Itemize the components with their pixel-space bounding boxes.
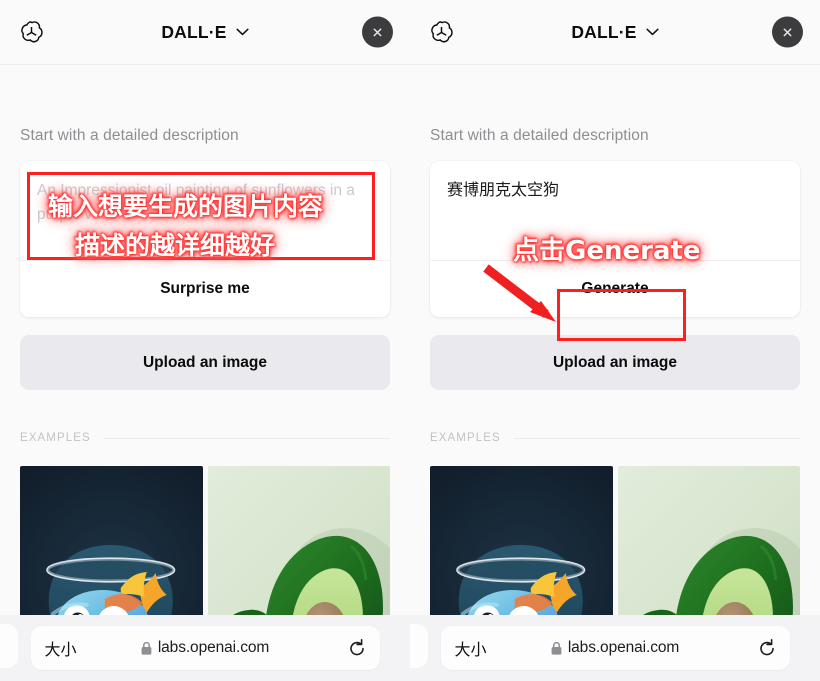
browser-bottom-bar-left: 大小 labs.openai.com xyxy=(0,615,410,681)
upload-image-button-right[interactable]: Upload an image xyxy=(430,335,800,390)
examples-grid-right xyxy=(430,466,800,615)
close-button-left[interactable]: ✕ xyxy=(362,16,393,48)
avocado-armchair-thumbnail[interactable] xyxy=(617,466,800,615)
examples-header-right: EXAMPLES xyxy=(430,432,800,444)
app-header-left: DALL·E ✕ xyxy=(0,0,410,65)
examples-divider-left xyxy=(103,437,390,439)
url-bar-right[interactable]: 大小 labs.openai.com xyxy=(440,626,790,670)
reload-icon-left[interactable] xyxy=(348,638,366,658)
chevron-down-icon xyxy=(236,28,249,36)
app-header-right: DALL·E ✕ xyxy=(410,0,820,65)
generate-button[interactable]: Generate xyxy=(430,261,800,317)
examples-grid-left xyxy=(20,466,390,615)
prompt-placeholder-left: An Impressionist oil painting of sunflow… xyxy=(37,182,355,224)
prompt-input-left[interactable]: An Impressionist oil painting of sunflow… xyxy=(20,161,390,260)
adjacent-bar-peek-left-2 xyxy=(410,624,428,668)
browser-bottom-bar-right: 大小 labs.openai.com xyxy=(410,615,820,681)
chevron-down-icon xyxy=(646,28,659,36)
lock-icon xyxy=(141,641,152,655)
close-button-right[interactable]: ✕ xyxy=(772,16,803,48)
text-size-button-left[interactable]: 大小 xyxy=(45,636,77,660)
text-size-button-right[interactable]: 大小 xyxy=(455,636,487,660)
prompt-input-right[interactable]: 赛博朋克太空狗 xyxy=(430,161,800,260)
url-bar-left[interactable]: 大小 labs.openai.com xyxy=(30,626,380,670)
url-text-left: labs.openai.com xyxy=(157,639,270,656)
examples-label-left: EXAMPLES xyxy=(20,432,91,444)
url-display-right: labs.openai.com xyxy=(441,639,790,657)
prompt-value-right: 赛博朋克太空狗 xyxy=(447,182,560,199)
section-label-left: Start with a detailed description xyxy=(20,127,239,144)
examples-label-right: EXAMPLES xyxy=(430,432,501,444)
openai-logo-icon xyxy=(18,19,45,46)
fish-in-fishbowl-thumbnail[interactable] xyxy=(430,466,613,615)
openai-logo-icon xyxy=(428,19,455,46)
main-content-right: Start with a detailed description 赛博朋克太空… xyxy=(410,65,820,615)
section-label-right: Start with a detailed description xyxy=(430,127,649,144)
screen-right: DALL·E ✕ Start with a detailed descripti… xyxy=(410,0,820,681)
app-title-group-left[interactable]: DALL·E xyxy=(0,22,410,43)
adjacent-bar-peek-left xyxy=(0,624,18,668)
prompt-card-right: 赛博朋克太空狗 Generate xyxy=(430,161,800,317)
surprise-me-button[interactable]: Surprise me xyxy=(20,261,390,317)
dual-screenshot-container: DALL·E ✕ Start with a detailed descripti… xyxy=(0,0,820,681)
app-title-right: DALL·E xyxy=(571,21,637,42)
lock-icon xyxy=(551,641,562,655)
screen-left: DALL·E ✕ Start with a detailed descripti… xyxy=(0,0,410,681)
examples-header-left: EXAMPLES xyxy=(20,432,390,444)
url-text-right: labs.openai.com xyxy=(567,639,680,656)
examples-divider-right xyxy=(513,437,800,439)
app-title-left: DALL·E xyxy=(161,21,227,42)
prompt-card-left: An Impressionist oil painting of sunflow… xyxy=(20,161,390,317)
avocado-armchair-thumbnail[interactable] xyxy=(207,466,390,615)
url-display-left: labs.openai.com xyxy=(31,639,380,657)
upload-image-button-left[interactable]: Upload an image xyxy=(20,335,390,390)
fish-in-fishbowl-thumbnail[interactable] xyxy=(20,466,203,615)
reload-icon-right[interactable] xyxy=(758,638,776,658)
app-title-group-right[interactable]: DALL·E xyxy=(410,22,820,43)
main-content-left: Start with a detailed description An Imp… xyxy=(0,65,410,615)
